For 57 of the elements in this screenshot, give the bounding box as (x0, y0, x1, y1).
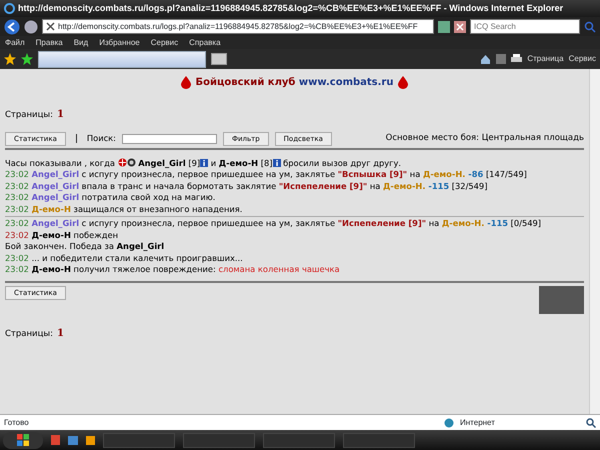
stop-icon[interactable] (454, 20, 466, 32)
search-icon[interactable] (584, 20, 596, 32)
log-line: Angel_Girl [9] (138, 158, 200, 168)
pages-label: Страницы: (5, 110, 53, 122)
menu-item[interactable]: Сервис (150, 36, 178, 48)
browser-logo-icon (4, 3, 15, 14)
page-icon (46, 22, 55, 31)
zoom-icon[interactable] (586, 418, 596, 428)
battle-location: Основное место боя: Центральная площадь (386, 132, 584, 144)
back-icon[interactable] (4, 18, 20, 34)
log-line: бросили вызов друг другу. (282, 158, 402, 168)
search-field[interactable]: ICQ Search (470, 19, 580, 34)
menu-item[interactable]: Вид (74, 36, 88, 48)
menu-item[interactable]: Файл (5, 36, 25, 48)
menu-item[interactable]: Избранное (99, 36, 140, 48)
browser-tab[interactable] (38, 50, 206, 68)
start-button[interactable] (3, 432, 43, 448)
log-line: 23:02 Angel_Girl потратила свой ход на магию. (5, 192, 216, 202)
info-icon (272, 158, 280, 166)
counter-badge (539, 286, 584, 314)
log-line: 23:02 Angel_Girl с испугу произнесла, первое пришедшее на ум, заклятье "Испепеление [9]" на Д-емо-Н. -115 [0/549] (5, 218, 542, 228)
page-link[interactable]: 1 (56, 109, 64, 120)
page-link[interactable]: 1 (56, 328, 64, 339)
search-input[interactable] (122, 134, 217, 144)
security-zone: Интернет (460, 416, 496, 428)
site-title: Бойцовский клуб www.combats.ru (195, 76, 394, 88)
tools-menu-button[interactable]: Сервис (568, 53, 596, 65)
log-line: Часы показывали , когда (5, 158, 116, 168)
log-line: Бой закончен. Победа за Angel_Girl (5, 241, 164, 251)
status-text: Готово (4, 416, 29, 428)
blood-drop-icon (398, 76, 408, 89)
search-label: Поиск: (86, 132, 116, 144)
blood-drop-icon (181, 76, 192, 89)
info-icon (200, 158, 208, 166)
log-line: 23:02 Д-емо-Н получил тяжелое повреждение: сломана коленная чашечка (5, 264, 340, 274)
log-line: 23:02 ... и победители стали калечить проигравших... (5, 252, 243, 262)
page-menu-button[interactable]: Страница (527, 53, 564, 65)
emblem-icon (126, 158, 136, 166)
favorites-star-icon[interactable] (4, 53, 16, 65)
emblem-icon (118, 158, 127, 166)
address-field[interactable]: http://demonscity.combats.ru/logs.pl?analiz=1196884945.82785&log2=%CB%EE%E3+%E1%EE%FF (42, 19, 434, 34)
windows-logo-icon (17, 434, 29, 446)
window-title: http://demonscity.combats.ru/logs.pl?analiz=1196884945.82785&log2=%CB%EE%E3+%E1%EE%FF - Windows Internet Explorer (18, 2, 564, 15)
log-line: 23:02 Angel_Girl с испугу произнесла, первое пришедшее на ум, заклятье "Вспышка [9]" на Д-емо-Н. -86 [147/549] (5, 169, 527, 179)
menu-item[interactable]: Справка (189, 36, 221, 48)
scrollbar[interactable] (589, 69, 600, 414)
log-line: 23:02 Д-емо-Н побежден (5, 230, 118, 240)
printer-icon[interactable] (511, 54, 522, 64)
log-line: 23:02 Д-емо-Н защищался от внезапного нападения. (5, 204, 242, 214)
log-line: 23:02 Angel_Girl впала в транс и начала бормотать заклятие "Испепеление [9]" на Д-емо-Н. -115 [32/549] (5, 180, 488, 190)
pages-label: Страницы: (5, 328, 53, 340)
globe-icon (444, 418, 454, 428)
home-icon[interactable] (480, 54, 492, 64)
menu-item[interactable]: Правка (36, 36, 63, 48)
log-line: и Д-емо-Н [8] (210, 158, 272, 168)
media-icon[interactable] (86, 436, 95, 444)
add-favorite-icon[interactable] (21, 53, 33, 65)
